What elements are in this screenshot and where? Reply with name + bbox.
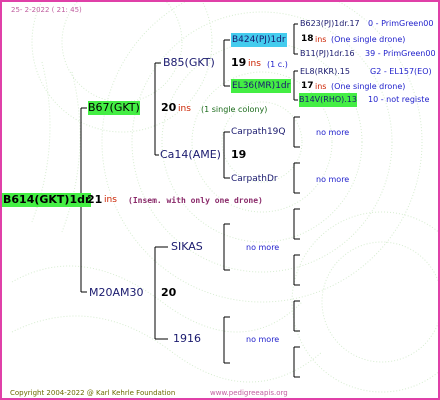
el8-id[interactable]: EL8(RKR).15 [300, 65, 350, 79]
carpath19q-id[interactable]: Carpath19Q [231, 125, 286, 139]
b14v-extra: 10 - not registe [368, 95, 430, 104]
root-note: (Insem. with only one drone) [128, 196, 263, 205]
qq-mother-id[interactable]: B424(PJ)1dr [231, 33, 287, 47]
root-queen-id[interactable]: B614(GKT)1dr [2, 193, 92, 207]
n1916-id[interactable]: 1916 [173, 332, 201, 346]
el36-note: (One single drone) [331, 82, 406, 91]
b623-id[interactable]: B623(PJ)1dr.17 [300, 17, 360, 31]
b11-extra: 39 - PrimGreen00 [365, 49, 436, 58]
sikas-id[interactable]: SIKAS [171, 240, 203, 254]
queen-year: 20 [161, 101, 177, 114]
queen-note: (1 single colony) [201, 105, 268, 114]
carpathdr-more: no more [316, 175, 350, 184]
qq-id[interactable]: B85(GKT) [163, 56, 215, 70]
el8-extra: G2 - EL157(EO) [370, 67, 432, 76]
qq-note: (1 c.) [267, 60, 288, 69]
queen-id[interactable]: B67(GKT) [88, 101, 140, 115]
b424-year: 18 [301, 34, 314, 44]
carpath19q-more: no more [316, 128, 350, 137]
b11-id[interactable]: B11(PJ)1dr.16 [300, 47, 355, 61]
m20-year: 20 [161, 286, 177, 299]
b14v-id[interactable]: B14V(RHO).13 [299, 93, 357, 107]
qq-ins: ins [248, 59, 261, 69]
root-year: 21 [87, 193, 103, 206]
carpathdr-id[interactable]: CarpathDr [231, 172, 278, 186]
qq-year: 19 [231, 56, 247, 69]
sikas-more: no more [246, 243, 280, 252]
ca14-year: 19 [231, 148, 247, 161]
ca14-id[interactable]: Ca14(AME) [160, 148, 221, 162]
b623-extra: 0 - PrimGreen00 [368, 19, 434, 28]
el36-year: 17 [301, 81, 314, 91]
footer-url[interactable]: www.pedigreeapis.org [210, 386, 288, 398]
n1916-more: no more [246, 335, 280, 344]
b424-ins: ins [315, 35, 327, 44]
report-date: 25- 2-2022 ( 21: 45) [11, 6, 82, 14]
pedigree-page: 25- 2-2022 ( 21: 45) B614(GKT)1dr 21 ins… [0, 0, 440, 400]
queen-ins: ins [178, 104, 191, 114]
root-ins: ins [104, 195, 117, 205]
m20-id[interactable]: M20AM30 [89, 286, 144, 300]
footer-copyright: Copyright 2004-2022 @ Karl Kehrle Founda… [10, 389, 176, 397]
b424-note: (One single drone) [331, 35, 406, 44]
qq-father-id[interactable]: EL36(MR)1dr [231, 79, 292, 93]
el36-ins: ins [315, 82, 327, 91]
